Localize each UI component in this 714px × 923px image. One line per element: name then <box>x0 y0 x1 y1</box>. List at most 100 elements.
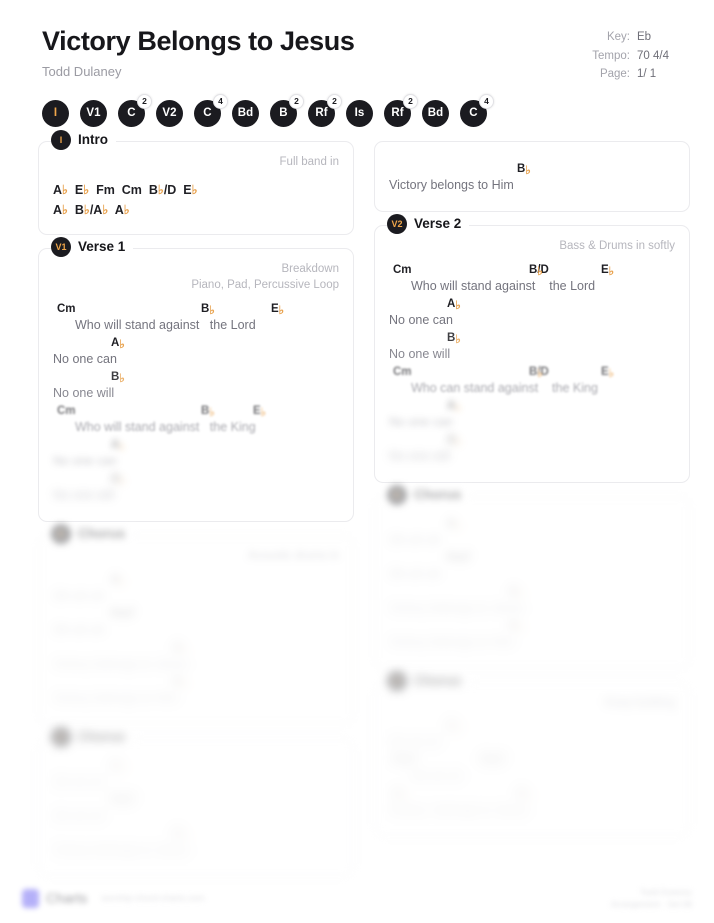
section-card[interactable]: V2 Verse 2 Bass & Drums in softly Cm B ♭/D E ♭ W… <box>374 213 690 483</box>
lyric-text: No one can <box>53 453 117 468</box>
meta-value: Eb <box>637 31 652 43</box>
title-block: Victory Belongs to Jesus Todd Dulaney <box>42 22 355 79</box>
lyric-block: B ♭ Victory belongs to Him <box>389 163 675 197</box>
lyric-block: Cm B ♭/D E ♭ Who will stand against the Lord <box>389 264 675 298</box>
lyric-row: No one can <box>389 415 675 434</box>
lyric-block: A ♭ Oh oh oh <box>389 518 675 552</box>
lyric-row: No one will <box>389 449 675 468</box>
flat-symbol: ♭ <box>455 333 461 346</box>
chord: A ♭ <box>447 433 461 448</box>
chord: Cm <box>393 365 412 378</box>
lyric-row: Who will stand against the Lord <box>389 279 675 298</box>
lyric-block: A ♭ Oh oh oh <box>53 574 339 608</box>
flat-symbol: ♭ <box>62 202 68 217</box>
section-badge: C <box>387 670 407 691</box>
section-card[interactable]: I Intro Full band in A♭ E♭ Fm Cm B♭/D E♭ A♭ … <box>38 129 354 235</box>
lyric-row: Oh oh oh <box>389 769 675 788</box>
lyric-block: A ♭ No one will <box>53 473 339 507</box>
lyric-block: A ♭ A ♭ Victory belongs to Jesus <box>389 788 675 822</box>
arrangement-badge: Bd <box>422 99 449 127</box>
section-card-header: C Chorus <box>387 484 470 505</box>
meta-label: Tempo: <box>592 49 630 62</box>
chord: Fm7 <box>111 793 135 806</box>
section-title: Verse 2 <box>414 216 462 232</box>
section-note: Breakdown <box>281 262 339 275</box>
lyric-row: Oh oh oh <box>53 809 339 828</box>
lyric-text: Oh oh oh <box>53 622 105 637</box>
section-title: Chorus <box>414 673 462 689</box>
arrangement-item-v1[interactable]: V1 <box>80 99 107 127</box>
arrangement-item-b[interactable]: B2 <box>270 93 304 127</box>
lyric-block: A ♭ Victory belongs to Jesus <box>53 828 339 862</box>
arrangement-item-bd[interactable]: Bd <box>422 99 449 127</box>
lyric-text: Who can stand against the King <box>411 380 598 395</box>
lyric-row: No one will <box>389 347 675 366</box>
chord: A ♭ <box>111 472 125 487</box>
chord-row: A♭ B♭/A♭ A♭ <box>53 202 130 217</box>
arrangement-item-rf[interactable]: Rf 2 <box>308 93 342 127</box>
chord: E ♭ <box>601 365 615 380</box>
chord: E ♭ <box>601 263 615 278</box>
arrangement-badge: Bd <box>232 99 259 127</box>
arrangement-item-is[interactable]: Is <box>346 99 373 127</box>
chord-row: A ♭ <box>389 518 675 533</box>
arrangement-item-i[interactable]: I <box>42 99 69 127</box>
flat-symbol: ♭ <box>102 202 109 217</box>
section-card[interactable]: V1 Verse 1 Breakdown Piano, Pad, Percussive… <box>38 236 354 522</box>
chord: A ♭ <box>173 675 187 690</box>
flat-symbol: ♭ <box>608 265 615 278</box>
chord: B ♭ <box>111 370 125 385</box>
arrangement-item-bd[interactable]: Bd <box>232 99 259 127</box>
flat-symbol: ♭ <box>209 304 215 317</box>
chord-row: Fm7 Fm7 <box>389 754 675 769</box>
lyric-text: Oh oh oh <box>389 532 441 547</box>
section-card[interactable]: C Chorus Keep building A ♭ Oh oh oh Fm7 Fm7 Oh o… <box>374 670 690 838</box>
section-card[interactable]: B ♭ Victory belongs to Him <box>374 140 690 212</box>
arrangement-item-v2[interactable]: V2 <box>156 99 183 127</box>
flat-symbol: ♭ <box>123 202 130 217</box>
lyric-text: Oh oh oh <box>53 774 105 789</box>
meta-label: Page: <box>599 68 630 81</box>
section-badge: V1 <box>51 236 71 257</box>
section-note: Piano, Pad, Percussive Loop <box>191 279 339 292</box>
lyric-row: Victory belongs to Him <box>389 178 675 197</box>
lyric-block: Fm7 Oh oh oh <box>53 794 339 828</box>
arrangement-bar: I V1 C 2 V2 C 4 Bd B 2 Rf 2 Is Rf 2 Bd C 4 <box>20 84 694 127</box>
arrangement-badge: V1 <box>80 99 107 127</box>
arrangement-item-rf[interactable]: Rf 2 <box>384 93 418 127</box>
lyric-text: No one can <box>389 414 453 429</box>
chord-row: Cm B ♭ E ♭ <box>53 303 339 318</box>
chord: E ♭ <box>253 404 267 419</box>
chord-row: B ♭ <box>53 371 339 386</box>
section-note: Acoustic drums in <box>248 549 339 562</box>
flat-symbol: ♭ <box>62 182 68 197</box>
lyric-row: Oh oh oh <box>389 567 675 586</box>
chord: A ♭ <box>509 585 523 600</box>
section-note: Full band in <box>279 155 339 168</box>
section-card[interactable]: C Chorus Acoustic drums in A ♭ Oh oh oh Fm7 Oh … <box>38 523 354 725</box>
lyric-block: A ♭ Victory belongs to Jesus <box>389 586 675 620</box>
section-title: Chorus <box>78 526 126 542</box>
arrangement-item-c[interactable]: C4 <box>460 93 494 127</box>
lyric-block: A ♭ Oh oh oh <box>389 720 675 754</box>
arrangement-item-c[interactable]: C2 <box>118 93 152 127</box>
flat-symbol: ♭ <box>278 304 285 317</box>
chord: Fm7 <box>481 754 505 767</box>
section-card[interactable]: C Chorus A ♭ Oh oh oh Fm7 Oh oh oh A ♭ Victory be… <box>38 726 354 877</box>
flat-symbol: ♭ <box>157 182 164 197</box>
flat-symbol: ♭ <box>119 338 125 351</box>
lyric-block: A ♭ Victory belongs to Him <box>389 620 675 654</box>
section-card[interactable]: C Chorus A ♭ Oh oh oh Fm7 Oh oh oh A ♭ Victory be… <box>374 484 690 669</box>
lyric-text: Oh oh oh <box>53 808 105 823</box>
lyric-text: Who will stand against the King <box>75 419 256 434</box>
chord: A ♭ <box>111 759 125 774</box>
chord-row: A ♭ <box>53 439 339 454</box>
lyric-block: A ♭ No one can <box>389 298 675 332</box>
chord: Fm7 <box>111 607 135 620</box>
flat-symbol: ♭ <box>455 435 461 448</box>
flat-symbol: ♭ <box>83 182 90 197</box>
lyric-block: B ♭ No one will <box>53 371 339 405</box>
chord: E ♭ <box>271 302 285 317</box>
arrangement-item-c[interactable]: C4 <box>194 93 228 127</box>
chord-row: A ♭ <box>53 473 339 488</box>
